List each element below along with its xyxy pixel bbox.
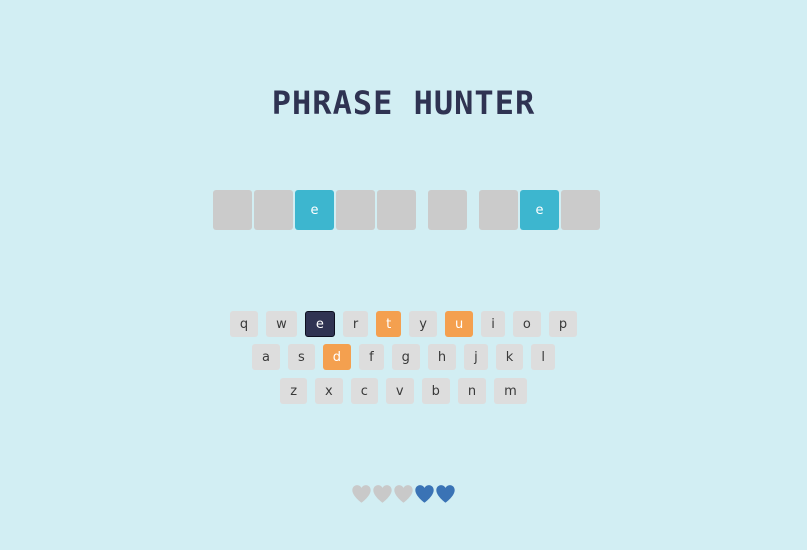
key-u[interactable]: u: [444, 311, 474, 337]
phrase-space: [418, 190, 426, 230]
key-s[interactable]: s: [288, 344, 315, 370]
phrase-letter-hidden: [377, 190, 416, 230]
key-q[interactable]: q: [229, 311, 259, 337]
key-x[interactable]: x: [315, 378, 343, 404]
phrase-letter-hidden: [254, 190, 293, 230]
key-o[interactable]: o: [512, 311, 541, 337]
phrase-letter-hidden: [336, 190, 375, 230]
key-t[interactable]: t: [376, 311, 402, 337]
phrase-letter-hidden: [213, 190, 252, 230]
phrase-letter-revealed: e: [295, 190, 334, 230]
key-n[interactable]: n: [457, 378, 487, 404]
key-r[interactable]: r: [342, 311, 369, 337]
key-y[interactable]: y: [409, 311, 437, 337]
phrase-letter-hidden: [479, 190, 518, 230]
heart-icon: [435, 483, 456, 505]
key-c[interactable]: c: [350, 378, 378, 404]
key-w[interactable]: w: [266, 311, 297, 337]
keyboard-row-3: zxcvbnm: [0, 378, 807, 404]
key-e[interactable]: e: [304, 311, 335, 337]
phrase-letter-revealed: e: [520, 190, 559, 230]
phrase-letter-hidden: [561, 190, 600, 230]
heart-lost-icon: [372, 483, 393, 505]
heart-lost-icon: [351, 483, 372, 505]
key-z[interactable]: z: [280, 378, 308, 404]
key-m[interactable]: m: [494, 378, 527, 404]
heart-icon: [414, 483, 435, 505]
phrase-board: ee: [213, 190, 602, 230]
key-b[interactable]: b: [421, 378, 450, 404]
key-d[interactable]: d: [322, 344, 352, 370]
key-k[interactable]: k: [495, 344, 524, 370]
key-l[interactable]: l: [531, 344, 555, 370]
game-title: PHRASE HUNTER: [271, 84, 536, 123]
phrase-space: [469, 190, 477, 230]
key-j[interactable]: j: [464, 344, 488, 370]
key-a[interactable]: a: [252, 344, 281, 370]
keyboard-row-2: asdfghjkl: [0, 344, 807, 370]
heart-lost-icon: [393, 483, 414, 505]
lives-display: [0, 483, 807, 505]
key-h[interactable]: h: [427, 344, 457, 370]
keyboard-row-1: qwertyuiop: [0, 311, 807, 337]
key-f[interactable]: f: [359, 344, 384, 370]
phrase-letter-hidden: [428, 190, 467, 230]
key-i[interactable]: i: [481, 311, 505, 337]
key-v[interactable]: v: [385, 378, 414, 404]
key-p[interactable]: p: [548, 311, 578, 337]
key-g[interactable]: g: [391, 344, 420, 370]
